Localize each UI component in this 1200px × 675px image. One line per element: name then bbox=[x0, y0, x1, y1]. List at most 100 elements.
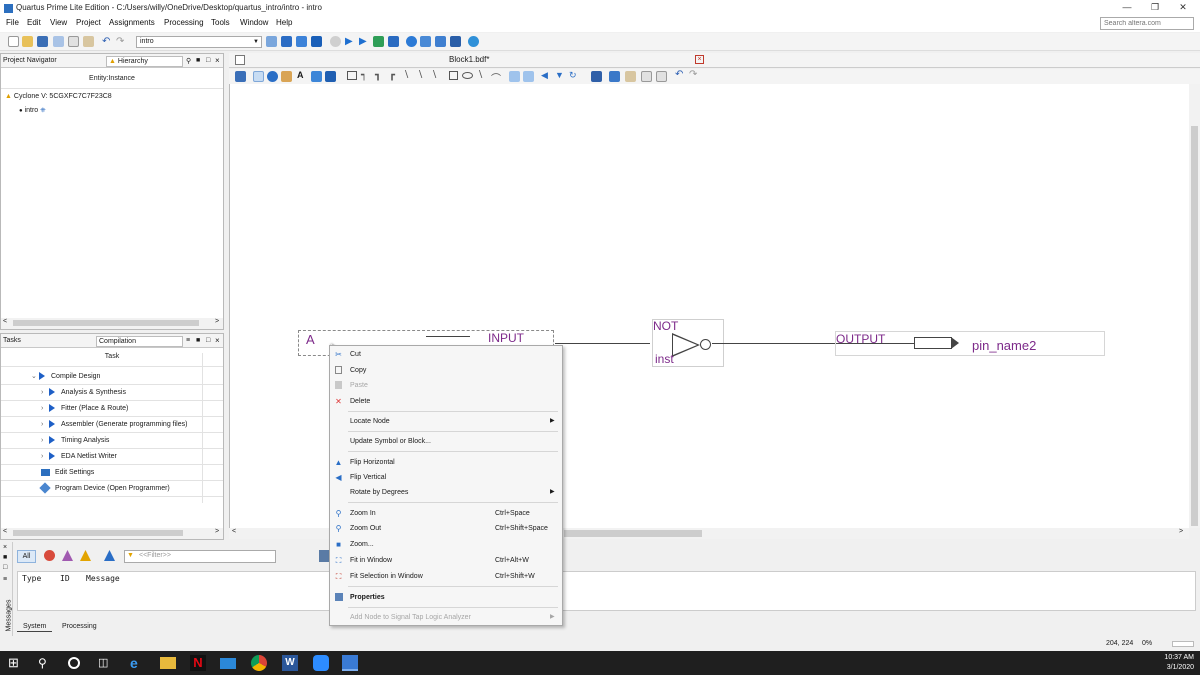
menu-processing[interactable]: Processing bbox=[164, 18, 204, 27]
error-filter-icon[interactable] bbox=[44, 550, 55, 561]
close-button[interactable]: ✕ bbox=[1170, 1, 1196, 13]
wire[interactable] bbox=[555, 343, 650, 344]
orthogonal-bus-icon[interactable]: ┓ bbox=[375, 70, 381, 81]
line-tool-2-icon[interactable]: ∖ bbox=[431, 70, 437, 81]
chevron-down-icon[interactable]: ⌄ bbox=[31, 369, 39, 385]
canvas-hscroll-thumb[interactable] bbox=[564, 530, 702, 537]
tab-system[interactable]: System bbox=[17, 622, 53, 632]
print-icon[interactable] bbox=[609, 71, 620, 82]
line-shape-icon[interactable]: ∖ bbox=[477, 70, 483, 81]
tool-icon-3[interactable] bbox=[296, 36, 307, 47]
type-column-header[interactable]: Type bbox=[22, 574, 41, 583]
menu-item-zoom[interactable]: ■ Zoom... bbox=[330, 537, 562, 552]
scroll-right-icon[interactable]: > bbox=[215, 528, 219, 535]
pin-panel-icon[interactable]: ■ bbox=[196, 337, 200, 344]
critical-warning-filter-icon[interactable] bbox=[62, 550, 73, 561]
clock-time[interactable]: 10:37 AM bbox=[1158, 654, 1194, 661]
paste-icon[interactable] bbox=[83, 36, 94, 47]
menu-item-copy[interactable]: Copy bbox=[330, 363, 562, 378]
rectangle-tool-icon[interactable] bbox=[347, 71, 357, 80]
search-input[interactable] bbox=[1100, 17, 1194, 30]
editor-tab[interactable]: Block1.bdf* bbox=[449, 55, 489, 64]
run-icon[interactable] bbox=[49, 404, 55, 413]
conduit-line-icon[interactable]: ┏ bbox=[389, 70, 395, 81]
document-icon[interactable] bbox=[656, 71, 667, 82]
revision-select[interactable]: intro ▼ bbox=[136, 36, 262, 48]
output-pin-name[interactable]: pin_name2 bbox=[972, 338, 1036, 353]
menu-lines-icon[interactable]: ≡ bbox=[186, 337, 190, 344]
run-icon[interactable] bbox=[49, 388, 55, 397]
navigator-hscroll[interactable]: < > bbox=[1, 318, 223, 329]
chip-planner-icon[interactable] bbox=[420, 36, 431, 47]
search-icon[interactable]: ⚲ bbox=[38, 655, 54, 671]
clock-date[interactable]: 3/1/2020 bbox=[1158, 664, 1194, 671]
menu-edit[interactable]: Edit bbox=[27, 18, 41, 27]
menu-item-flip-vertical[interactable]: ◀ Flip Vertical bbox=[330, 470, 562, 485]
menu-item-cut[interactable]: ✂ Cut bbox=[330, 347, 562, 362]
run-icon[interactable] bbox=[49, 436, 55, 445]
zoom-tool-icon[interactable] bbox=[267, 71, 278, 82]
chevron-right-icon[interactable]: › bbox=[41, 417, 49, 433]
netlist-icon[interactable] bbox=[406, 36, 417, 47]
start-compilation-icon[interactable]: ▶ bbox=[345, 36, 356, 47]
close-panel-icon[interactable]: × bbox=[215, 336, 220, 345]
windows-start-icon[interactable]: ⊞ bbox=[8, 655, 24, 671]
restore-button[interactable]: ❐ bbox=[1142, 1, 1168, 13]
run-icon[interactable] bbox=[49, 452, 55, 461]
suppressed-filter-icon[interactable] bbox=[104, 550, 115, 561]
scroll-right-icon[interactable]: > bbox=[1179, 528, 1183, 535]
file-explorer-icon[interactable] bbox=[160, 657, 176, 669]
orthogonal-node-icon[interactable]: ┑ bbox=[361, 70, 367, 81]
cortana-icon[interactable] bbox=[68, 657, 80, 669]
tab-list-icon[interactable] bbox=[235, 55, 245, 65]
timing-icon[interactable] bbox=[388, 36, 399, 47]
netflix-icon[interactable]: N bbox=[190, 655, 206, 671]
task-row[interactable]: › Timing Analysis bbox=[1, 433, 223, 449]
chrome-icon[interactable] bbox=[251, 655, 267, 671]
scroll-left-icon[interactable]: < bbox=[3, 318, 7, 325]
menu-item-flip-horizontal[interactable]: ▲ Flip Horizontal bbox=[330, 455, 562, 470]
menu-item-update-symbol[interactable]: Update Symbol or Block... bbox=[330, 434, 562, 449]
open-folder-icon[interactable] bbox=[22, 36, 33, 47]
symbol-tool-icon[interactable] bbox=[311, 71, 322, 82]
menu-file[interactable]: File bbox=[6, 18, 19, 27]
tasks-scroll-thumb[interactable] bbox=[13, 530, 183, 536]
new-file-icon[interactable] bbox=[8, 36, 19, 47]
minimize-button[interactable]: — bbox=[1114, 1, 1140, 13]
pin-tool-icon[interactable] bbox=[325, 71, 336, 82]
flow-select[interactable]: Compilation bbox=[96, 336, 183, 347]
flip-vertical-icon[interactable]: ▼ bbox=[555, 70, 564, 80]
cut-icon[interactable] bbox=[53, 36, 64, 47]
task-view-icon[interactable]: ◫ bbox=[98, 655, 114, 671]
id-column-header[interactable]: ID bbox=[60, 574, 70, 583]
float-panel-icon[interactable]: □ bbox=[206, 57, 210, 64]
menu-item-fit-selection[interactable]: ⛶ Fit Selection in Window Ctrl+Shift+W bbox=[330, 569, 562, 584]
chevron-right-icon[interactable]: › bbox=[41, 449, 49, 465]
message-filter-input[interactable]: ▼ <<Filter>> bbox=[124, 550, 276, 563]
help-chat-icon[interactable] bbox=[468, 36, 479, 47]
chevron-right-icon[interactable]: › bbox=[41, 385, 49, 401]
diagonal-line-icon[interactable]: ∖ bbox=[403, 70, 409, 81]
menu-tools[interactable]: Tools bbox=[211, 18, 230, 27]
menu-item-fit-in-window[interactable]: ⛶ Fit in Window Ctrl+Alt+W bbox=[330, 553, 562, 568]
message-column-header[interactable]: Message bbox=[86, 574, 120, 583]
tool-icon-2[interactable] bbox=[281, 36, 292, 47]
chevron-right-icon[interactable]: › bbox=[41, 433, 49, 449]
menu-item-zoom-in[interactable]: ⚲ Zoom In Ctrl+Space bbox=[330, 506, 562, 521]
task-row[interactable]: Program Device (Open Programmer) bbox=[1, 481, 223, 497]
float-panel-icon[interactable]: □ bbox=[206, 337, 210, 344]
programmer-icon[interactable] bbox=[450, 36, 461, 47]
pin-panel-icon[interactable]: ■ bbox=[196, 57, 200, 64]
scroll-left-icon[interactable]: < bbox=[232, 528, 236, 535]
detach-window-icon[interactable] bbox=[235, 71, 246, 82]
menu-help[interactable]: Help bbox=[276, 18, 292, 27]
menu-project[interactable]: Project bbox=[76, 18, 101, 27]
rectangle-shape-icon[interactable] bbox=[449, 71, 458, 80]
text-tool-icon[interactable]: A bbox=[297, 70, 304, 80]
run-icon[interactable] bbox=[49, 420, 55, 429]
scroll-left-icon[interactable]: < bbox=[3, 528, 7, 535]
partial-line-selection-icon[interactable] bbox=[523, 71, 534, 82]
redo-icon[interactable]: ↷ bbox=[689, 69, 697, 80]
filter-all-button[interactable]: All bbox=[17, 550, 36, 563]
scroll-right-icon[interactable]: > bbox=[215, 318, 219, 325]
